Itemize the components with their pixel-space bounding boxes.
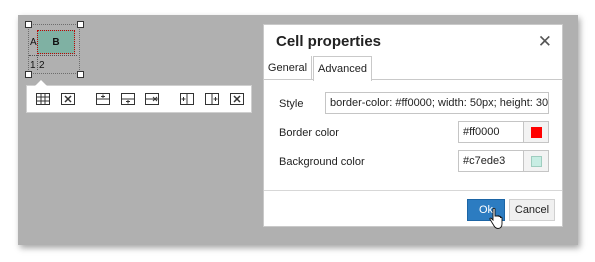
table-properties-button[interactable] xyxy=(33,88,54,110)
insert-column-before-button[interactable] xyxy=(176,88,197,110)
table-cell-a[interactable]: A xyxy=(30,37,37,48)
table-cell-b-text: B xyxy=(52,36,60,48)
border-color-input[interactable]: #ff0000 xyxy=(458,121,524,143)
tab-general[interactable]: General xyxy=(264,56,312,80)
resize-handle-top-right[interactable] xyxy=(77,21,84,28)
table-toolbar xyxy=(26,80,252,113)
style-label: Style xyxy=(279,98,304,110)
delete-table-icon xyxy=(61,93,76,105)
delete-row-icon xyxy=(145,93,160,105)
dialog-tabs: General Advanced xyxy=(264,56,562,81)
border-color-label: Border color xyxy=(279,127,339,139)
background-color-input[interactable]: #c7ede3 xyxy=(458,150,524,172)
table-cell-1[interactable]: 1 xyxy=(30,60,36,71)
cell-divider-horizontal xyxy=(29,55,77,56)
table-properties-icon xyxy=(36,93,51,105)
close-icon[interactable]: ✕ xyxy=(538,32,552,52)
delete-table-button[interactable] xyxy=(58,88,79,110)
background-color-label: Background color xyxy=(279,156,365,168)
border-color-swatch xyxy=(530,126,542,138)
resize-handle-bottom-right[interactable] xyxy=(77,71,84,78)
cell-properties-dialog: Cell properties ✕ General Advanced Style… xyxy=(263,24,563,227)
table-cell-2[interactable]: 2 xyxy=(39,60,45,71)
table-cell-b-selected[interactable]: B xyxy=(37,30,75,54)
insert-column-after-button[interactable] xyxy=(201,88,222,110)
insert-column-after-icon xyxy=(204,93,219,105)
insert-row-after-icon xyxy=(120,93,135,105)
background-color-swatch xyxy=(530,155,542,167)
resize-handle-bottom-left[interactable] xyxy=(25,71,32,78)
resize-handle-top-left[interactable] xyxy=(25,21,32,28)
dialog-footer: Ok Cancel xyxy=(264,190,562,227)
cancel-button[interactable]: Cancel xyxy=(509,199,555,221)
background-color-picker-button[interactable] xyxy=(523,150,549,172)
insert-row-before-icon xyxy=(95,93,110,105)
delete-column-button[interactable] xyxy=(226,88,247,110)
tab-advanced[interactable]: Advanced xyxy=(313,56,372,81)
insert-row-before-button[interactable] xyxy=(92,88,113,110)
insert-column-before-icon xyxy=(179,93,194,105)
insert-row-after-button[interactable] xyxy=(117,88,138,110)
delete-column-icon xyxy=(229,93,244,105)
hand-cursor-icon xyxy=(489,208,503,229)
border-color-picker-button[interactable] xyxy=(523,121,549,143)
dialog-title: Cell properties xyxy=(276,33,382,50)
delete-row-button[interactable] xyxy=(142,88,163,110)
style-input[interactable]: border-color: #ff0000; width: 50px; heig… xyxy=(325,92,549,114)
